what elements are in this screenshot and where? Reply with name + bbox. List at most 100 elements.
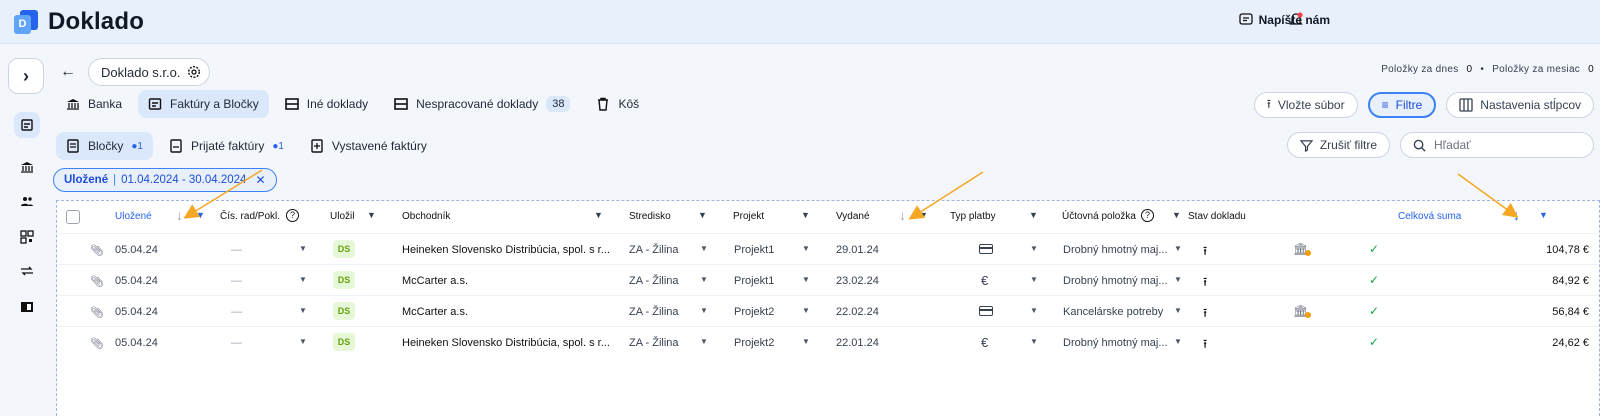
chevron-down-icon[interactable]: ▼ — [700, 306, 708, 315]
chevron-down-icon[interactable]: ▼ — [700, 275, 708, 284]
clear-filters-button[interactable]: Zrušiť filtre — [1286, 132, 1390, 158]
tab-other-documents[interactable]: Iné doklady — [275, 90, 378, 118]
chevron-down-icon[interactable]: ▼ — [919, 210, 928, 220]
table-row[interactable]: 📎︎ 05.04.24 — ▼ DS Heineken Slovensko Di… — [57, 326, 1599, 357]
chevron-down-icon[interactable]: ▼ — [1030, 244, 1038, 253]
chevron-down-icon[interactable]: ▼ — [299, 275, 307, 284]
subtab-received-invoices[interactable]: Prijaté faktúry ●1 — [159, 132, 294, 160]
tab-unprocessed[interactable]: Nespracované doklady 38 — [384, 90, 580, 118]
active-filter-chip[interactable]: Uložené | 01.04.2024 - 30.04.2024 ✕ — [53, 168, 277, 192]
col-doc-state[interactable]: Stav dokladu — [1188, 211, 1246, 222]
user-badge: DS — [333, 271, 355, 289]
col-saved-by[interactable]: Uložil — [330, 211, 354, 222]
chevron-down-icon[interactable]: ▼ — [1174, 337, 1182, 346]
sort-down-icon[interactable]: ↓ — [1513, 207, 1520, 223]
paperclip-icon[interactable]: 📎︎ — [90, 244, 104, 257]
paperclip-icon[interactable]: 📎︎ — [90, 337, 104, 350]
chevron-down-icon[interactable]: ▼ — [698, 210, 707, 220]
upload-button[interactable]: ⭱ Vložte súbor — [1253, 92, 1358, 118]
upload-icon[interactable]: ⭱ — [1203, 242, 1207, 263]
chevron-down-icon[interactable]: ▼ — [299, 306, 307, 315]
search-input[interactable]: Hľadať — [1400, 132, 1594, 158]
close-icon[interactable]: ✕ — [255, 173, 265, 187]
col-payment-type[interactable]: Typ platby — [950, 211, 996, 222]
chevron-down-icon[interactable]: ▼ — [700, 244, 708, 253]
subtab-issued-invoices[interactable]: Vystavené faktúry — [300, 132, 437, 160]
chevron-down-icon[interactable]: ▼ — [1174, 275, 1182, 284]
chevron-down-icon[interactable]: ▼ — [1030, 275, 1038, 284]
invoice-in-icon — [170, 139, 182, 153]
qr-code-icon — [20, 230, 34, 244]
table-row[interactable]: 📎︎ 05.04.24 — ▼ DS Heineken Slovensko Di… — [57, 233, 1599, 264]
sidebar-item-contacts[interactable] — [14, 188, 40, 214]
upload-icon[interactable]: ⭱ — [1203, 273, 1207, 294]
chevron-down-icon[interactable]: ▼ — [801, 210, 810, 220]
sidebar-item-guide[interactable] — [14, 294, 40, 320]
paperclip-icon[interactable]: 📎︎ — [90, 275, 104, 288]
col-center[interactable]: Stredisko — [629, 211, 671, 222]
chevron-down-icon[interactable]: ▼ — [1539, 210, 1548, 220]
select-all-checkbox[interactable] — [66, 210, 80, 224]
tab-invoices-receipts[interactable]: Faktúry a Bločky — [138, 90, 269, 118]
filters-button[interactable]: ≡ Filtre — [1367, 92, 1437, 118]
subtab-receipts[interactable]: Bločky ●1 — [56, 132, 153, 160]
tab-trash[interactable]: Kôš — [586, 90, 649, 118]
col-saved[interactable]: Uložené — [115, 211, 152, 222]
company-selector[interactable]: Doklado s.r.o. — [88, 58, 210, 86]
col-merchant[interactable]: Obchodník — [402, 211, 450, 222]
users-icon — [21, 197, 33, 206]
table-row[interactable]: 📎︎ 05.04.24 — ▼ DS McCarter a.s. ZA - Ži… — [57, 264, 1599, 295]
receipt-icon — [21, 119, 33, 131]
chevron-down-icon[interactable]: ▼ — [700, 337, 708, 346]
count-today-value: 0 — [1466, 64, 1473, 75]
count-today-label: Položky za dnes — [1381, 64, 1459, 75]
back-arrow-icon[interactable]: ← — [60, 63, 76, 81]
col-account-item[interactable]: Účtovná položka — [1062, 211, 1136, 222]
euro-icon: € — [981, 335, 989, 350]
chevron-down-icon[interactable]: ▼ — [1029, 210, 1038, 220]
euro-icon: € — [981, 273, 989, 288]
chevron-down-icon[interactable]: ▼ — [802, 244, 810, 253]
chevron-down-icon[interactable]: ▼ — [802, 306, 810, 315]
chevron-down-icon[interactable]: ▼ — [1174, 244, 1182, 253]
upload-icon[interactable]: ⭱ — [1203, 304, 1207, 325]
chevron-down-icon[interactable]: ▼ — [299, 244, 307, 253]
sort-down-icon[interactable]: ↓ — [176, 207, 183, 223]
chevron-down-icon[interactable]: ▼ — [299, 337, 307, 346]
col-total[interactable]: Celková suma — [1398, 211, 1461, 222]
col-project[interactable]: Projekt — [733, 211, 764, 222]
user-badge: DS — [333, 240, 355, 258]
col-issued[interactable]: Vydané — [836, 211, 870, 222]
notification-bell-icon[interactable] — [1288, 12, 1304, 28]
card-icon — [979, 244, 993, 254]
help-icon[interactable]: ? — [1141, 209, 1154, 222]
table-row[interactable]: 📎︎ 05.04.24 — ▼ DS McCarter a.s. ZA - Ži… — [57, 295, 1599, 326]
col-doc-number[interactable]: Čís. rad/Pokl. — [220, 211, 280, 222]
documents-table: Uložené ↓ ▼ Čís. rad/Pokl. ? Uložil ▼ Ob… — [56, 200, 1600, 416]
gear-icon[interactable] — [187, 65, 201, 79]
sidebar-item-bank[interactable] — [14, 154, 40, 180]
column-settings-button[interactable]: Nastavenia stĺpcov — [1446, 92, 1594, 118]
tab-bank[interactable]: Banka — [56, 90, 132, 118]
sidebar-expand-button[interactable]: › — [8, 58, 44, 94]
chevron-down-icon[interactable]: ▼ — [1030, 337, 1038, 346]
chevron-down-icon[interactable]: ▼ — [367, 210, 376, 220]
document-icon — [284, 98, 299, 110]
upload-icon[interactable]: ⭱ — [1203, 335, 1207, 356]
chevron-down-icon[interactable]: ▼ — [1172, 210, 1181, 220]
chevron-down-icon[interactable]: ▼ — [802, 337, 810, 346]
chevron-down-icon[interactable]: ▼ — [594, 210, 603, 220]
sort-down-icon[interactable]: ↓ — [899, 207, 906, 223]
chevron-down-icon[interactable]: ▼ — [1174, 306, 1182, 315]
sidebar-item-receipts[interactable] — [14, 112, 40, 138]
chevron-down-icon[interactable]: ▼ — [1030, 306, 1038, 315]
chevron-down-icon[interactable]: ▼ — [802, 275, 810, 284]
sidebar-item-transfers[interactable] — [14, 258, 40, 284]
bank-warning-icon: 🏛︎ — [1293, 242, 1312, 256]
sidebar-item-qr[interactable] — [14, 224, 40, 250]
paperclip-icon[interactable]: 📎︎ — [90, 306, 104, 319]
help-icon[interactable]: ? — [286, 209, 299, 222]
chevron-down-icon[interactable]: ▼ — [196, 210, 205, 220]
contact-link[interactable]: Napíšte nám — [1238, 13, 1330, 27]
table-header: Uložené ↓ ▼ Čís. rad/Pokl. ? Uložil ▼ Ob… — [57, 207, 1599, 229]
